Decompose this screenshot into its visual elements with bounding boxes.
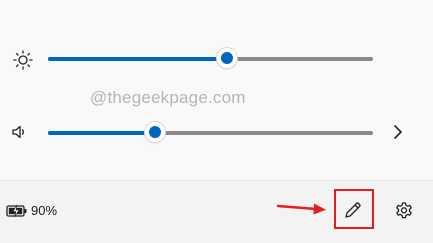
brightness-slider-thumb[interactable] (216, 48, 237, 68)
volume-slider-thumb[interactable] (145, 122, 166, 142)
battery-charging-icon (6, 204, 27, 218)
annotation-arrow (276, 203, 326, 215)
speaker-volume-icon (12, 125, 24, 139)
brightness-track-fill (48, 57, 227, 61)
volume-thumb-dot (149, 126, 162, 138)
brightness-thumb-dot (220, 52, 233, 64)
watermark-text: @thegeekpage.com (90, 88, 246, 107)
volume-slider[interactable] (48, 122, 373, 144)
volume-track-fill (48, 131, 156, 135)
gear-settings-icon[interactable] (394, 201, 414, 221)
battery-percent: 90% (31, 203, 58, 218)
brightness-slider[interactable] (48, 48, 373, 70)
edit-button-highlight-box[interactable] (334, 189, 374, 229)
quick-settings-panel: @thegeekpage.com 90% (0, 0, 433, 243)
chevron-right-icon[interactable] (391, 124, 405, 140)
brightness-sun-icon (13, 50, 33, 70)
